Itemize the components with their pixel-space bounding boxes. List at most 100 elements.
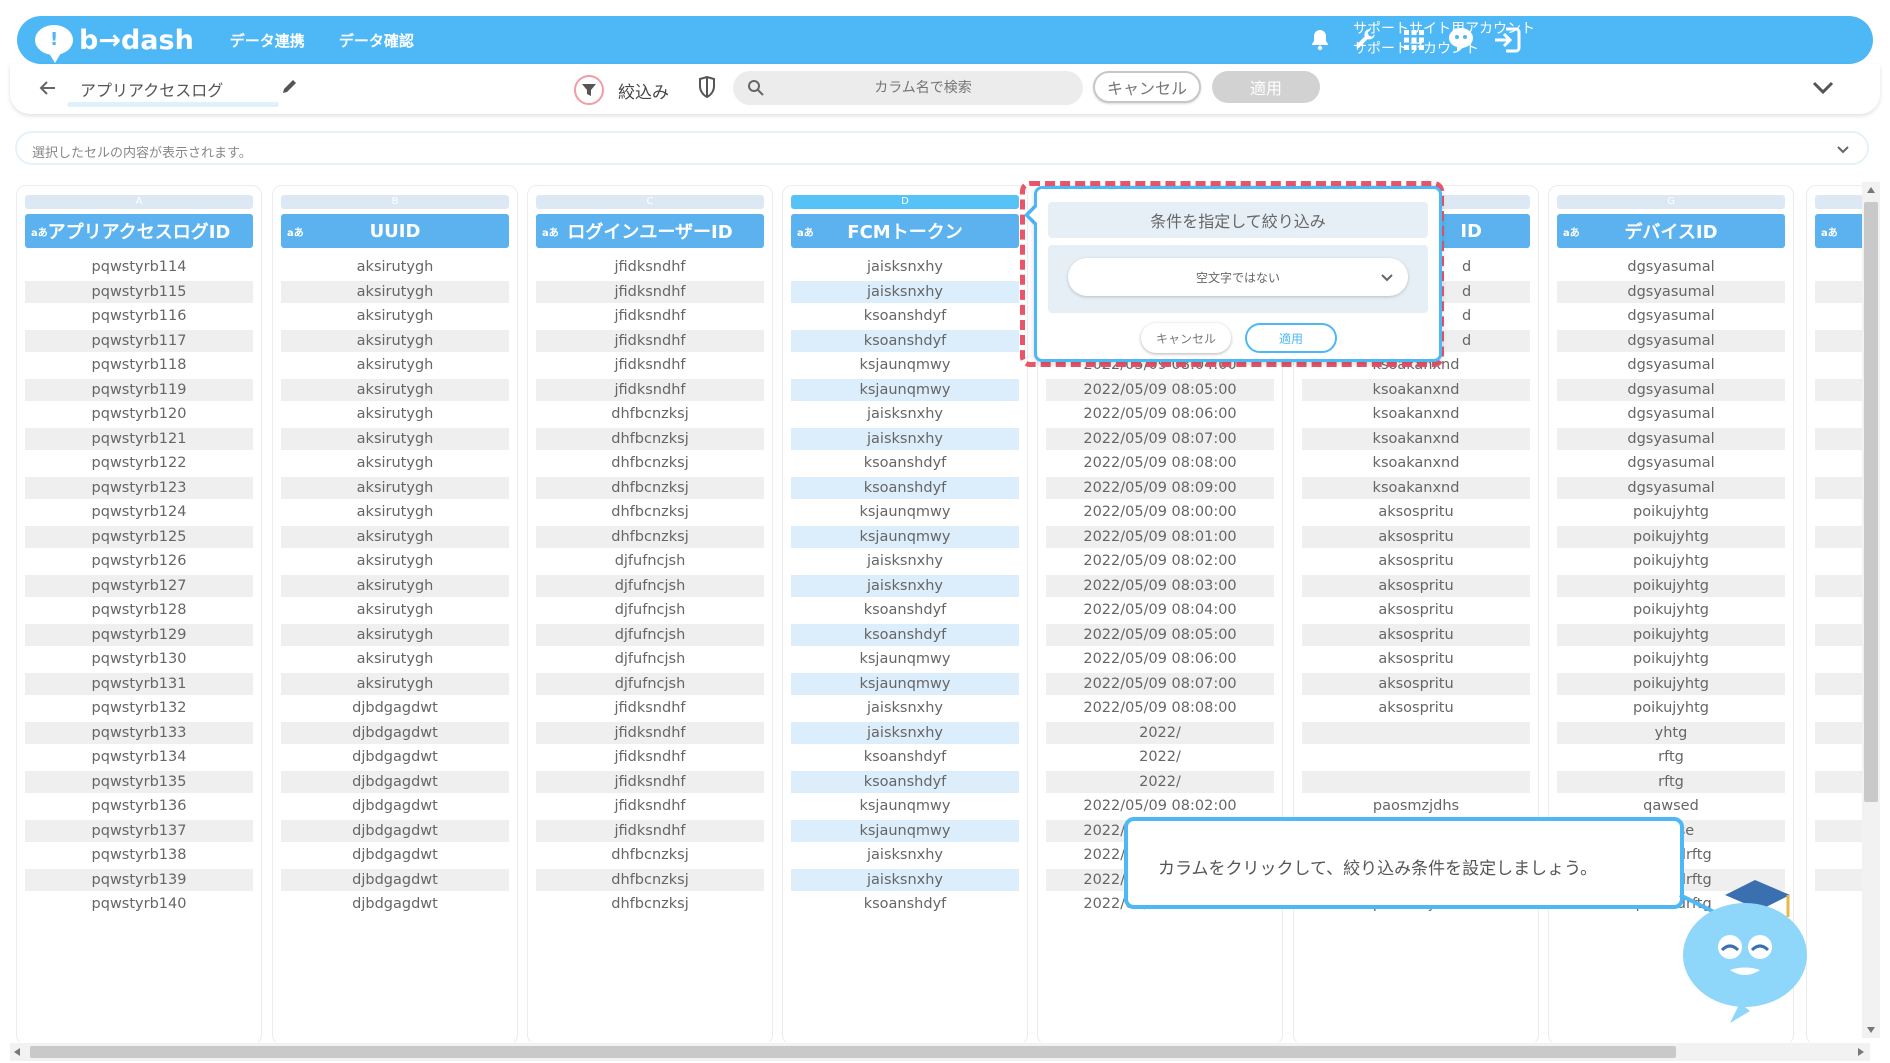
table-cell[interactable]: ksoakanxnd xyxy=(1302,452,1530,474)
table-cell[interactable]: aksospritu xyxy=(1302,623,1530,646)
table-cell[interactable]: poikujyhtg xyxy=(1557,599,1785,621)
table-cell[interactable]: pqwstyrb124 xyxy=(25,501,253,523)
table-cell[interactable]: dhfbcnzksj xyxy=(536,868,764,891)
table-cell[interactable]: poikujyhtg xyxy=(1557,501,1785,523)
table-cell[interactable]: aksospritu xyxy=(1302,550,1530,572)
table-cell[interactable]: jfidksndhf xyxy=(536,280,764,303)
table-cell[interactable]: pqwstyrb128 xyxy=(25,599,253,621)
table-cell[interactable]: pqwstyrb118 xyxy=(25,354,253,376)
table-cell[interactable]: jfidksndhf xyxy=(536,256,764,278)
horizontal-scroll-thumb[interactable] xyxy=(30,1046,1676,1058)
popup-apply-button[interactable]: 適用 xyxy=(1245,323,1337,353)
table-cell[interactable]: djfufncjsh xyxy=(536,550,764,572)
table-cell[interactable]: ksjaunqmwy xyxy=(791,819,1019,842)
table-cell[interactable]: aksirutygh xyxy=(281,599,509,621)
table-cell[interactable]: pqwstyrb116 xyxy=(25,305,253,327)
column-header[interactable]: aあ デバイスID xyxy=(1557,214,1785,248)
nav-data-link[interactable]: データ連携 xyxy=(230,30,305,51)
table-cell[interactable]: ksoakanxnd xyxy=(1302,476,1530,499)
table-cell[interactable]: ksoanshdyf xyxy=(791,305,1019,327)
table-cell[interactable]: djfufncjsh xyxy=(536,623,764,646)
horizontal-scrollbar[interactable] xyxy=(10,1043,1870,1061)
table-cell[interactable]: 2022/05/09 08:00:00 xyxy=(1046,501,1274,523)
table-cell[interactable]: aksirutygh xyxy=(281,623,509,646)
table-cell[interactable]: pqwstyrb117 xyxy=(25,329,253,352)
table-cell[interactable]: aksirutygh xyxy=(281,280,509,303)
table-cell[interactable]: jaisksnxhy xyxy=(791,868,1019,891)
bell-icon[interactable] xyxy=(1304,24,1336,56)
table-cell[interactable]: jfidksndhf xyxy=(536,746,764,768)
table-cell[interactable]: jaisksnxhy xyxy=(791,844,1019,866)
column-B[interactable]: Baあ UUID aksirutygh aksirutygh aksirutygh aks… xyxy=(272,185,518,1042)
table-cell[interactable]: 2022/ xyxy=(1046,721,1274,744)
cell-content-bar[interactable]: 選択したセルの内容が表示されます。 xyxy=(15,131,1869,165)
table-cell[interactable]: pqwstyrb115 xyxy=(25,280,253,303)
column-A[interactable]: Aaあ アプリアクセスログID pqwstyrb114 pqwstyrb115 pqws… xyxy=(16,185,262,1042)
table-cell[interactable]: ksjaunqmwy xyxy=(791,501,1019,523)
table-cell[interactable]: djfufncjsh xyxy=(536,648,764,670)
column-C[interactable]: Caあ ログインユーザーID jfidksndhf jfidksndhf jfidksn… xyxy=(527,185,773,1042)
table-cell[interactable]: 2022/05/09 08:01:00 xyxy=(1046,525,1274,548)
table-cell[interactable]: aksirutygh xyxy=(281,427,509,450)
table-cell[interactable]: djfufncjsh xyxy=(536,672,764,695)
table-cell[interactable]: aksospritu xyxy=(1302,574,1530,597)
logout-icon[interactable] xyxy=(1491,24,1523,56)
table-cell[interactable]: poikujyhtg xyxy=(1557,623,1785,646)
table-cell[interactable]: djbdgagdwt xyxy=(281,770,509,793)
table-cell[interactable]: jfidksndhf xyxy=(536,697,764,719)
table-cell[interactable]: poikujyhtg xyxy=(1557,697,1785,719)
table-cell[interactable]: aksirutygh xyxy=(281,648,509,670)
table-cell[interactable]: dgsyasumal xyxy=(1557,354,1785,376)
table-cell[interactable]: aksirutygh xyxy=(281,256,509,278)
table-cell[interactable]: ksjaunqmwy xyxy=(791,525,1019,548)
table-cell[interactable]: pqwstyrb134 xyxy=(25,746,253,768)
table-cell[interactable]: aksirutygh xyxy=(281,403,509,425)
table-cell[interactable]: pqwstyrb129 xyxy=(25,623,253,646)
table-cell[interactable] xyxy=(1302,746,1530,768)
table-cell[interactable]: jaisksnxhy xyxy=(791,256,1019,278)
table-cell[interactable]: dhfbcnzksj xyxy=(536,427,764,450)
table-cell[interactable]: jfidksndhf xyxy=(536,795,764,817)
chevron-down-icon[interactable] xyxy=(1810,78,1836,98)
table-cell[interactable]: jfidksndhf xyxy=(536,770,764,793)
support-mascot-icon[interactable] xyxy=(1445,24,1477,56)
table-cell[interactable]: pqwstyrb122 xyxy=(25,452,253,474)
cancel-button[interactable]: キャンセル xyxy=(1093,71,1201,103)
table-cell[interactable]: aksirutygh xyxy=(281,354,509,376)
table-cell[interactable]: ksjaunqmwy xyxy=(791,672,1019,695)
table-cell[interactable]: dhfbcnzksj xyxy=(536,844,764,866)
table-cell[interactable]: rftg xyxy=(1557,770,1785,793)
table-cell[interactable]: ksoanshdyf xyxy=(791,476,1019,499)
table-cell[interactable]: paosmzjdhs xyxy=(1302,795,1530,817)
table-cell[interactable]: ksjaunqmwy xyxy=(791,354,1019,376)
table-cell[interactable]: 2022/05/09 08:06:00 xyxy=(1046,648,1274,670)
table-cell[interactable]: pqwstyrb133 xyxy=(25,721,253,744)
table-cell[interactable]: djfufncjsh xyxy=(536,574,764,597)
table-cell[interactable]: jaisksnxhy xyxy=(791,403,1019,425)
search-input[interactable] xyxy=(773,71,1073,105)
table-cell[interactable]: aksirutygh xyxy=(281,501,509,523)
table-cell[interactable]: pqwstyrb126 xyxy=(25,550,253,572)
table-cell[interactable]: ksoakanxnd xyxy=(1302,403,1530,425)
table-cell[interactable]: pqwstyrb121 xyxy=(25,427,253,450)
table-cell[interactable]: 2022/05/09 08:04:00 xyxy=(1046,599,1274,621)
table-cell[interactable]: 2022/05/09 08:05:00 xyxy=(1046,623,1274,646)
table-cell[interactable]: pqwstyrb139 xyxy=(25,868,253,891)
table-cell[interactable]: djbdgagdwt xyxy=(281,721,509,744)
table-cell[interactable]: 2022/05/09 08:08:00 xyxy=(1046,452,1274,474)
column-D[interactable]: Daあ FCMトークン jaisksnxhy jaisksnxhy ksoanshdyf… xyxy=(782,185,1028,1042)
bdash-logo[interactable]: b→dash xyxy=(35,25,194,63)
table-cell[interactable]: ksoanshdyf xyxy=(791,452,1019,474)
table-cell[interactable]: aksirutygh xyxy=(281,378,509,401)
vertical-scrollbar[interactable] xyxy=(1862,182,1880,1038)
table-cell[interactable]: dgsyasumal xyxy=(1557,256,1785,278)
table-cell[interactable]: dhfbcnzksj xyxy=(536,476,764,499)
table-cell[interactable]: poikujyhtg xyxy=(1557,550,1785,572)
vertical-scroll-thumb[interactable] xyxy=(1864,202,1878,802)
table-cell[interactable]: rftg xyxy=(1557,746,1785,768)
table-cell[interactable]: aksirutygh xyxy=(281,550,509,572)
table-cell[interactable]: ksoanshdyf xyxy=(791,893,1019,915)
table-cell[interactable]: poikujyhtg xyxy=(1557,525,1785,548)
nav-data-check[interactable]: データ確認 xyxy=(339,30,414,51)
table-cell[interactable]: aksospritu xyxy=(1302,648,1530,670)
